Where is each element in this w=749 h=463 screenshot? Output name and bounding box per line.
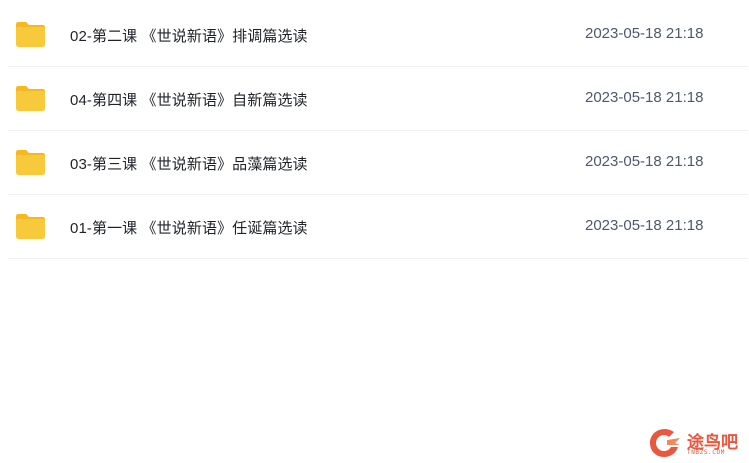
watermark: 途鸟吧 TNBZS.COM bbox=[647, 426, 743, 460]
folder-icon bbox=[16, 150, 45, 175]
bird-logo-icon bbox=[650, 429, 680, 457]
folder-icon bbox=[16, 214, 45, 239]
file-date: 2023-05-18 21:18 bbox=[585, 153, 704, 170]
file-list: 02-第二课 《世说新语》排调篇选读 2023-05-18 21:18 04-第… bbox=[8, 3, 748, 259]
file-date: 2023-05-18 21:18 bbox=[585, 89, 704, 106]
file-name[interactable]: 01-第一课 《世说新语》任诞篇选读 bbox=[70, 217, 308, 238]
file-name[interactable]: 03-第三课 《世说新语》品藻篇选读 bbox=[70, 153, 308, 174]
watermark-subtext: TNBZS.COM bbox=[687, 449, 725, 456]
file-date: 2023-05-18 21:18 bbox=[585, 217, 704, 234]
file-browser: 02-第二课 《世说新语》排调篇选读 2023-05-18 21:18 04-第… bbox=[0, 0, 749, 463]
file-name[interactable]: 04-第四课 《世说新语》自新篇选读 bbox=[70, 89, 308, 110]
file-row[interactable]: 02-第二课 《世说新语》排调篇选读 2023-05-18 21:18 bbox=[8, 3, 748, 67]
file-name[interactable]: 02-第二课 《世说新语》排调篇选读 bbox=[70, 25, 308, 46]
file-date: 2023-05-18 21:18 bbox=[585, 25, 704, 42]
file-row[interactable]: 01-第一课 《世说新语》任诞篇选读 2023-05-18 21:18 bbox=[8, 195, 748, 259]
file-row[interactable]: 04-第四课 《世说新语》自新篇选读 2023-05-18 21:18 bbox=[8, 67, 748, 131]
folder-icon bbox=[16, 22, 45, 47]
folder-icon bbox=[16, 86, 45, 111]
file-row[interactable]: 03-第三课 《世说新语》品藻篇选读 2023-05-18 21:18 bbox=[8, 131, 748, 195]
